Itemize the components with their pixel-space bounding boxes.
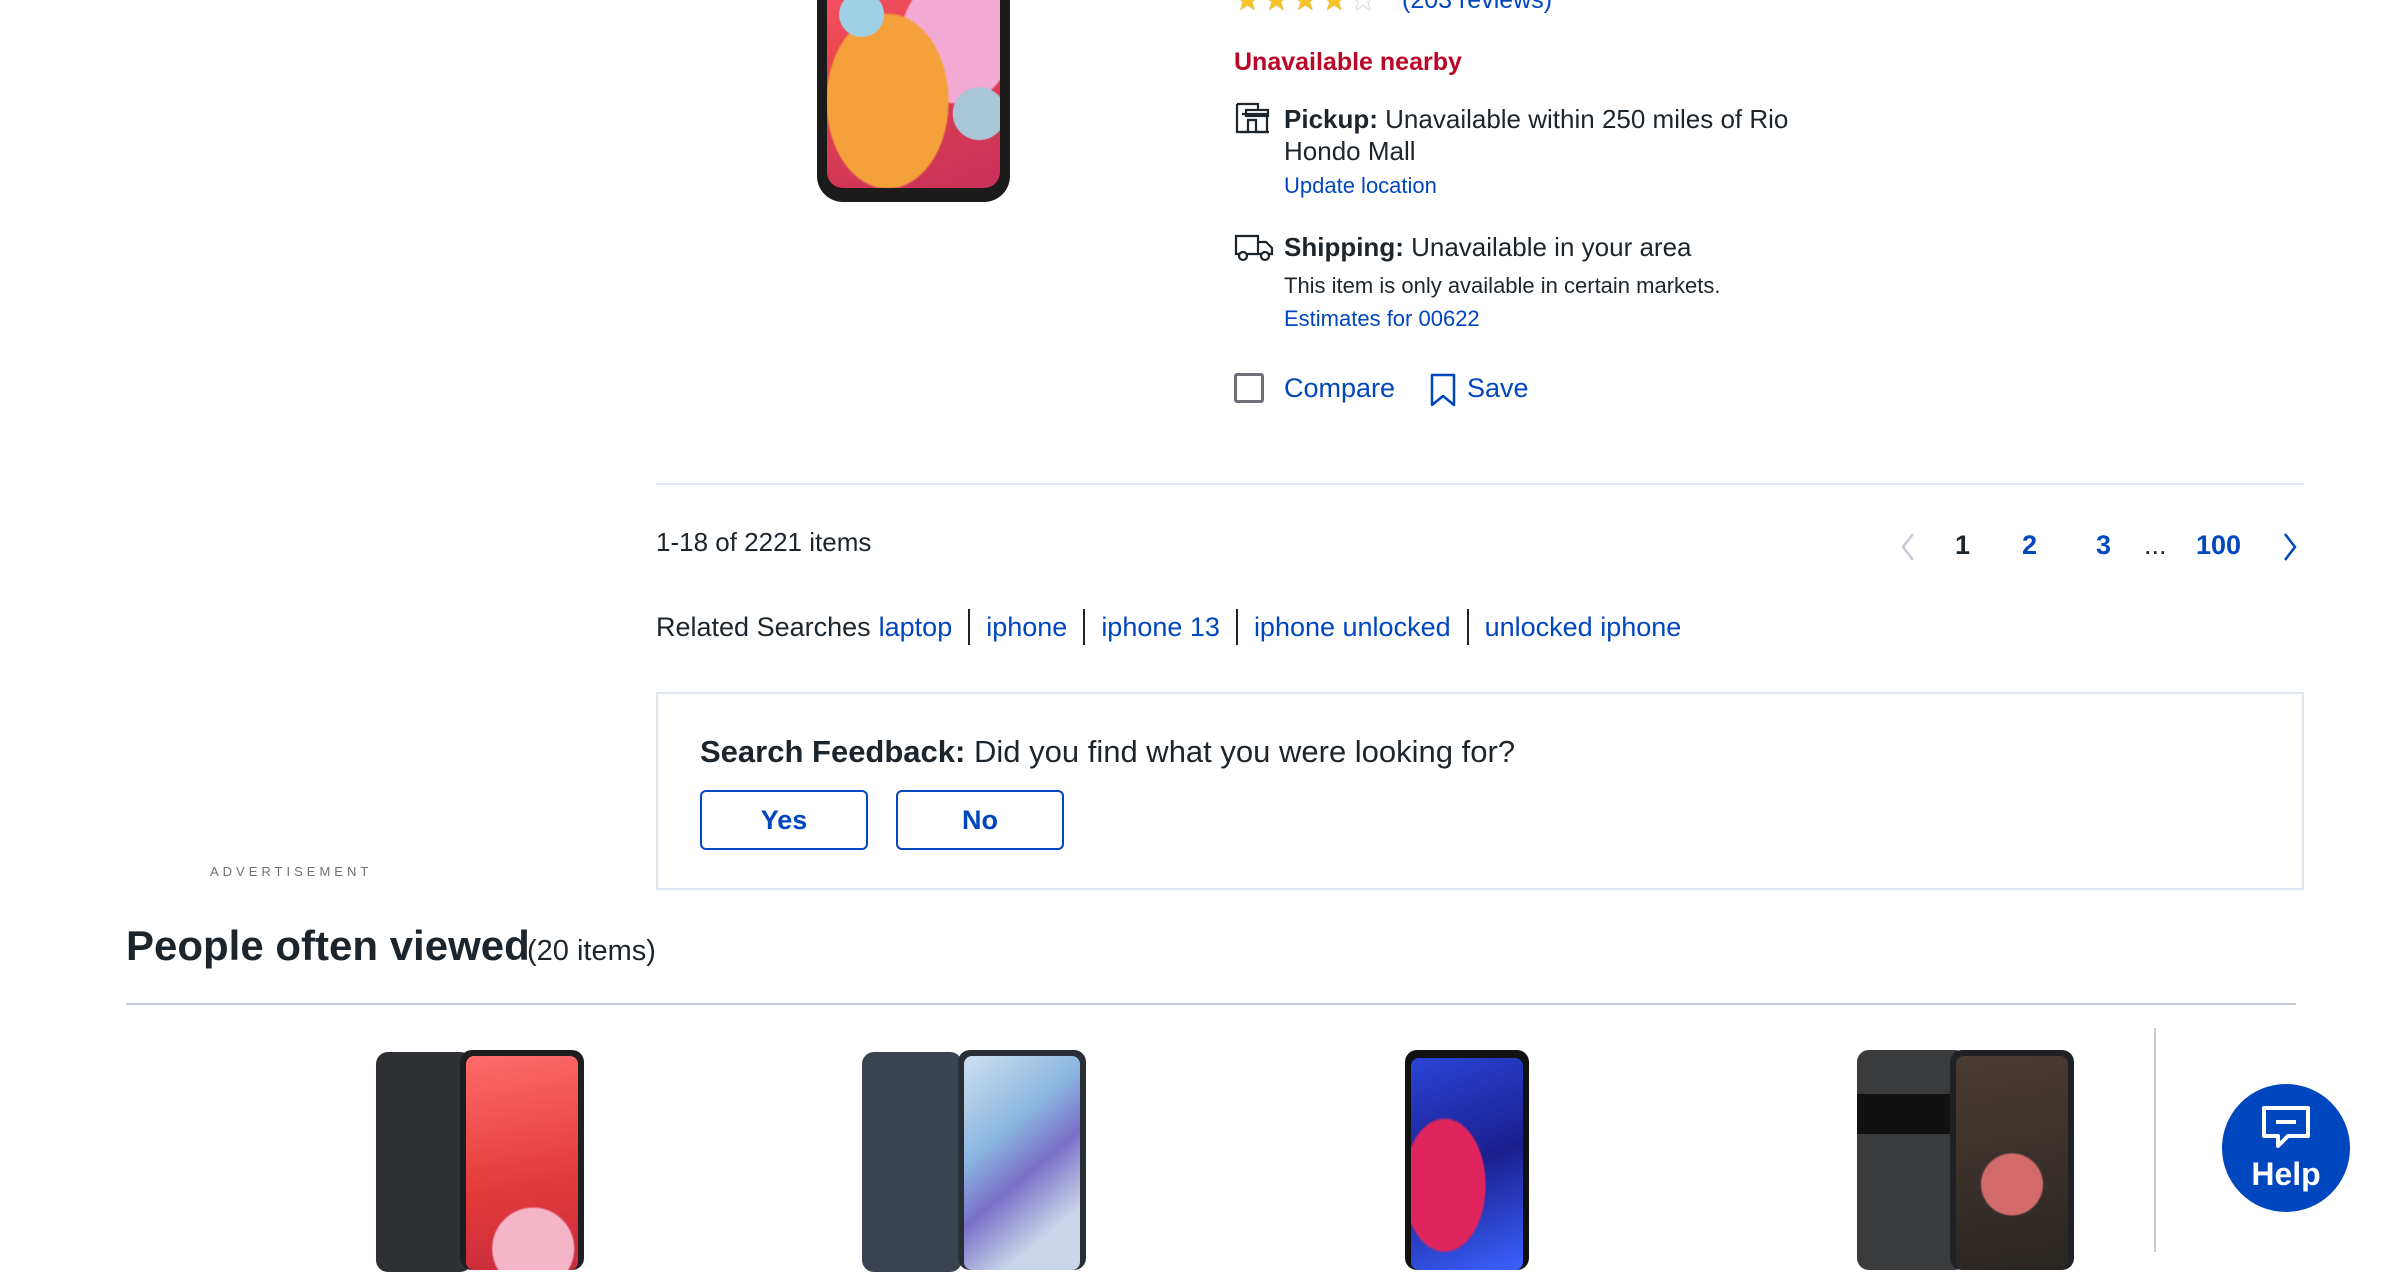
star-icon: ★ [1262,0,1290,17]
separator [1466,609,1469,645]
feedback-no-button[interactable]: No [896,790,1064,850]
chat-icon [2262,1105,2310,1148]
related-searches: Related Searches laptop iphone iphone 13… [656,609,1681,645]
save-label[interactable]: Save [1467,373,1529,404]
product-image[interactable] [460,1050,584,1270]
rating-stars: ★ ★ ★ ★ ★ [1234,0,1377,18]
related-link-iphone-unlocked[interactable]: iphone unlocked [1254,612,1451,643]
section-title: People often viewed [126,922,530,969]
section-count: (20 items) [527,935,656,967]
product-image-back[interactable] [862,1052,962,1272]
page-1[interactable]: 1 [1955,530,1970,561]
related-searches-label: Related Searches [656,611,871,642]
star-icon: ★ [1320,0,1348,17]
feedback-yes-button[interactable]: Yes [700,790,868,850]
star-icon: ★ [1291,0,1319,17]
pickup-info: Pickup: Unavailable within 250 miles of … [1284,103,1844,167]
page-last[interactable]: 100 [2196,530,2241,561]
shipping-label: Shipping: [1284,232,1404,262]
help-label: Help [2251,1155,2321,1192]
shipping-text: Unavailable in your area [1411,232,1692,262]
related-link-iphone[interactable]: iphone [986,612,1067,643]
pickup-label: Pickup: [1284,104,1378,134]
product-image[interactable] [958,1050,1086,1270]
store-icon [1235,102,1270,134]
shipping-note: This item is only available in certain m… [1284,273,1721,298]
divider [126,1003,2296,1005]
help-button[interactable]: Help [2222,1084,2350,1212]
related-link-iphone-13[interactable]: iphone 13 [1101,612,1220,643]
page-3[interactable]: 3 [2096,530,2111,561]
compare-checkbox[interactable] [1234,373,1264,403]
related-link-laptop[interactable]: laptop [879,612,953,643]
pagination-ellipsis: ... [2144,530,2167,560]
truck-icon [1234,234,1274,262]
product-image[interactable] [817,0,1010,202]
related-link-unlocked-iphone[interactable]: unlocked iphone [1485,612,1682,643]
search-feedback-text: Did you find what you were looking for? [973,734,1516,769]
product-image[interactable] [1950,1050,2074,1270]
bookmark-icon[interactable] [1428,373,1458,407]
reviews-link[interactable]: (203 reviews) [1402,0,1552,15]
product-image[interactable] [1405,1050,1529,1270]
chevron-left-icon[interactable] [1898,530,1918,564]
chevron-right-icon[interactable] [2280,530,2300,564]
shipping-info: Shipping: Unavailable in your area [1284,232,1691,263]
separator [1235,609,1238,645]
carousel-divider [2154,1028,2156,1252]
separator [968,609,971,645]
page-2[interactable]: 2 [2022,530,2037,561]
star-icon: ★ [1234,0,1261,17]
compare-label[interactable]: Compare [1284,373,1395,404]
product-image-back[interactable] [376,1052,472,1272]
search-feedback-question: Search Feedback: Did you find what you w… [700,734,1515,770]
availability-status: Unavailable nearby [1234,48,1462,76]
separator [1083,609,1086,645]
search-feedback-label: Search Feedback: [700,734,966,769]
update-location-link[interactable]: Update location [1284,173,1437,199]
star-empty-icon: ★ [1349,0,1377,17]
advertisement-label: ADVERTISEMENT [210,864,373,879]
divider [656,483,2304,485]
estimates-link[interactable]: Estimates for 00622 [1284,306,1480,332]
results-count: 1-18 of 2221 items [656,527,872,557]
